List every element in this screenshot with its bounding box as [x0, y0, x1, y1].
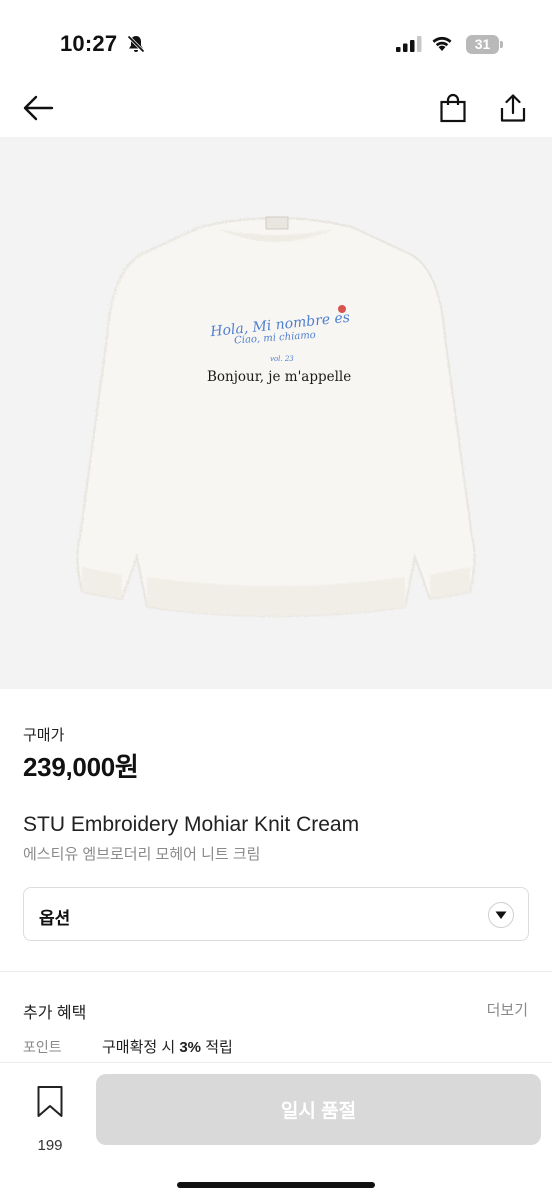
- product-name-ko: 에스티유 엠브로더리 모헤어 니트 크림: [23, 846, 261, 863]
- price-label: 구매가: [23, 727, 65, 744]
- sweater-illustration: Hola, Mi nombre es Ciao, mi chiamo vol. …: [76, 216, 476, 617]
- share-button[interactable]: [493, 88, 533, 128]
- wishlist-button[interactable]: 199: [26, 1085, 74, 1154]
- option-select[interactable]: 옵션: [23, 887, 529, 941]
- bell-off-icon: [126, 34, 146, 59]
- status-time: 10:27: [60, 31, 118, 56]
- back-button[interactable]: [18, 88, 58, 128]
- section-divider: [0, 971, 552, 972]
- option-label: 옵션: [39, 909, 71, 928]
- sold-out-button[interactable]: 일시 품절: [96, 1074, 541, 1145]
- cart-button[interactable]: [433, 88, 473, 128]
- wishlist-count: 199: [37, 1137, 63, 1154]
- bottom-action-bar: 199 일시 품절: [0, 1062, 552, 1200]
- signal-icon: [396, 36, 422, 57]
- shopping-bag-icon: [440, 93, 466, 123]
- home-indicator: [177, 1182, 375, 1188]
- product-image[interactable]: Hola, Mi nombre es Ciao, mi chiamo vol. …: [0, 137, 552, 689]
- embroidery-line-3: vol. 23: [270, 355, 294, 363]
- bookmark-icon: [37, 1086, 63, 1117]
- price-value: 239,000원: [23, 752, 139, 782]
- battery-nub: [500, 41, 503, 48]
- product-name-en: STU Embroidery Mohiar Knit Cream: [23, 813, 360, 836]
- back-arrow-icon: [23, 95, 54, 121]
- point-prefix: 구매확정 시: [102, 1039, 180, 1056]
- point-suffix: 적립: [201, 1039, 233, 1056]
- point-label: 포인트: [23, 1039, 62, 1055]
- point-text: 구매확정 시 3% 적립: [102, 1036, 233, 1057]
- top-nav: [0, 80, 552, 136]
- embroidery-line-4: Bonjour, je m'appelle: [207, 369, 351, 385]
- point-rate: 3%: [179, 1039, 202, 1056]
- status-bar: 10:27 31: [0, 0, 552, 80]
- battery-icon: 31: [466, 35, 503, 54]
- chevron-down-icon: [488, 902, 514, 928]
- battery-level: 31: [474, 36, 491, 52]
- share-icon: [500, 94, 526, 122]
- more-link[interactable]: 더보기: [487, 999, 528, 1020]
- wifi-icon: [430, 34, 454, 57]
- benefit-title: 추가 혜택: [23, 1005, 87, 1022]
